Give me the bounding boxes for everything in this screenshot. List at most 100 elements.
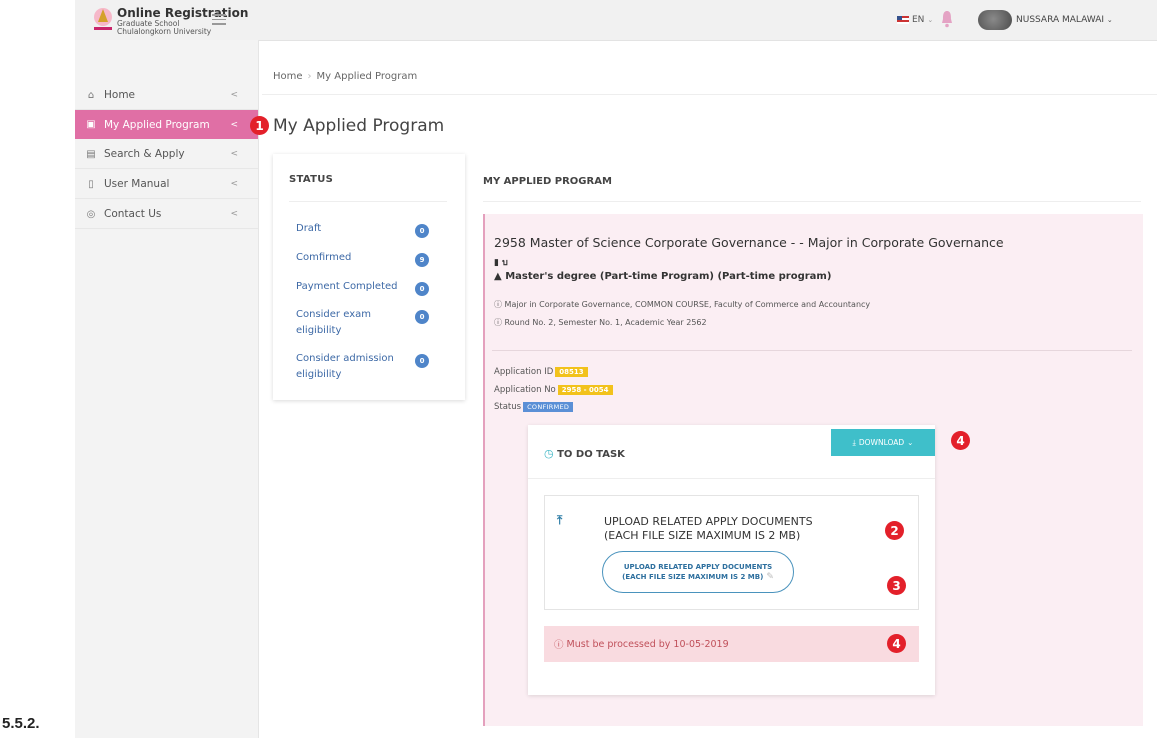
- status-heading: STATUS: [289, 174, 334, 185]
- program-info-major: ⓘ Major in Corporate Governance, COMMON …: [494, 299, 870, 310]
- brand-subtitle-line2: Chulalongkorn University: [117, 27, 212, 36]
- degree-label: ▲ Master's degree (Part-time Program) (P…: [494, 271, 831, 282]
- application-id-row: Application ID 08513: [494, 367, 588, 377]
- sidebar-item-contact-us[interactable]: ◎ Contact Us <: [75, 200, 258, 229]
- sidebar-item-label: User Manual: [104, 178, 170, 190]
- sidebar-item-home[interactable]: ⌂ Home <: [75, 81, 258, 110]
- breadcrumb-current: My Applied Program: [316, 71, 418, 82]
- home-icon: ⌂: [87, 89, 95, 101]
- chevron-left-icon: <: [230, 119, 238, 130]
- section-heading: MY APPLIED PROGRAM: [483, 176, 612, 187]
- menu-toggle-icon[interactable]: [212, 14, 226, 26]
- application-no-row: Application No 2958 - 0054: [494, 385, 613, 395]
- program-info-round-text: Round No. 2, Semester No. 1, Academic Ye…: [504, 318, 707, 327]
- university-logo: [94, 8, 112, 30]
- sidebar-item-search-apply[interactable]: ▤ Search & Apply <: [75, 140, 258, 169]
- info-icon: ⓘ: [494, 318, 502, 327]
- status-item-payment-completed[interactable]: Payment Completed: [296, 279, 406, 295]
- deadline-alert: ⓘ Must be processed by 10-05-2019: [544, 626, 919, 662]
- application-no-label: Application No: [494, 385, 556, 395]
- program-info-round: ⓘ Round No. 2, Semester No. 1, Academic …: [494, 317, 707, 328]
- sidebar-item-my-applied-program[interactable]: ▣ My Applied Program <: [75, 110, 258, 139]
- todo-heading: ◷ TO DO TASK: [544, 447, 625, 460]
- download-icon: ⤓: [852, 437, 856, 447]
- status-count-badge: 9: [415, 253, 429, 267]
- divider: [289, 201, 447, 202]
- user-menu[interactable]: NUSSARA MALAWAI ⌄: [1016, 15, 1113, 25]
- notification-bell-icon[interactable]: [941, 10, 953, 28]
- upload-documents-button[interactable]: UPLOAD RELATED APPLY DOCUMENTS (EACH FIL…: [602, 551, 794, 593]
- chevron-down-icon: ⌄: [1106, 16, 1113, 24]
- sidebar-item-user-manual[interactable]: ▯ User Manual <: [75, 170, 258, 199]
- catalog-icon: ▤: [86, 148, 96, 160]
- status-count-badge: 0: [415, 224, 429, 238]
- book-icon: ▮: [494, 258, 499, 268]
- user-avatar[interactable]: [978, 10, 1012, 30]
- location-pin-icon: ◎: [86, 208, 96, 220]
- sidebar-item-label: My Applied Program: [104, 118, 210, 131]
- chevron-down-icon: ⌄: [907, 438, 914, 447]
- language-label: EN: [912, 15, 925, 25]
- divider: [483, 201, 1141, 202]
- upload-task-title-line1: UPLOAD RELATED APPLY DOCUMENTS: [604, 515, 813, 528]
- info-icon: ⓘ: [494, 300, 502, 309]
- download-label: DOWNLOAD: [858, 438, 905, 447]
- chevron-down-icon: ⌄: [927, 16, 934, 24]
- program-book-text: บ: [502, 258, 508, 268]
- application-id-label: Application ID: [494, 367, 554, 377]
- clock-icon: ◷: [544, 447, 554, 460]
- page-title: My Applied Program: [273, 116, 445, 136]
- upload-task-title: UPLOAD RELATED APPLY DOCUMENTS (EACH FIL…: [604, 515, 813, 543]
- degree-text: Master's degree (Part-time Program) (Par…: [505, 271, 832, 282]
- application-id-badge: 08513: [555, 367, 588, 377]
- figure-caption: 5.5.2.: [2, 715, 40, 732]
- upload-task-title-line2: (EACH FILE SIZE MAXIMUM IS 2 MB): [604, 529, 801, 542]
- divider: [492, 350, 1132, 351]
- language-selector[interactable]: EN ⌄: [897, 15, 933, 25]
- graduation-cap-icon: ▲: [494, 271, 502, 282]
- status-item-confirmed[interactable]: Comfirmed: [296, 250, 406, 266]
- download-button[interactable]: ⤓ DOWNLOAD ⌄: [831, 429, 935, 456]
- sidebar-item-label: Search & Apply: [104, 148, 185, 160]
- status-count-badge: 0: [415, 310, 429, 324]
- application-status-label: Status: [494, 402, 522, 412]
- callout-badge-2: 2: [885, 521, 904, 540]
- program-info-major-text: Major in Corporate Governance, COMMON CO…: [504, 300, 871, 309]
- chevron-left-icon: <: [230, 179, 238, 189]
- callout-badge-4: 4: [951, 431, 970, 450]
- todo-heading-text: TO DO TASK: [557, 449, 625, 460]
- callout-badge-4: 4: [887, 634, 906, 653]
- briefcase-icon: ▣: [86, 119, 96, 130]
- upload-button-line1: UPLOAD RELATED APPLY DOCUMENTS: [623, 563, 773, 571]
- program-book-line: ▮ บ: [494, 255, 508, 269]
- status-item-draft[interactable]: Draft: [296, 221, 406, 237]
- upload-icon: ⤒: [557, 513, 563, 527]
- chevron-left-icon: <: [230, 209, 238, 219]
- status-item-consider-exam-eligibility[interactable]: Consider exam eligibility: [296, 307, 396, 339]
- chevron-left-icon: <: [230, 90, 238, 100]
- info-icon: ⓘ: [554, 640, 564, 651]
- divider: [528, 478, 935, 479]
- sidebar-item-label: Home: [104, 89, 136, 101]
- application-status-row: Status CONFIRMED: [494, 402, 574, 412]
- status-count-badge: 0: [415, 354, 429, 368]
- deadline-text: Must be processed by 10-05-2019: [566, 638, 729, 650]
- program-title: 2958 Master of Science Corporate Governa…: [494, 235, 1004, 250]
- application-no-badge: 2958 - 0054: [557, 385, 613, 395]
- us-flag-icon: [897, 16, 909, 24]
- book-icon: ▯: [88, 178, 94, 190]
- breadcrumb-home-link[interactable]: Home: [273, 71, 303, 82]
- edit-icon: ✎: [766, 572, 774, 582]
- callout-badge-3: 3: [887, 576, 906, 595]
- status-item-consider-admission-eligibility[interactable]: Consider admission eligibility: [296, 351, 406, 383]
- status-count-badge: 0: [415, 282, 429, 296]
- chevron-left-icon: <: [230, 149, 238, 159]
- upload-button-line2: (EACH FILE SIZE MAXIMUM IS 2 MB): [622, 573, 764, 581]
- brand-subtitle: Graduate School Chulalongkorn University: [117, 20, 211, 36]
- callout-badge-1: 1: [250, 116, 269, 135]
- divider: [262, 94, 1157, 95]
- sidebar-item-label: Contact Us: [104, 208, 162, 220]
- user-name: NUSSARA MALAWAI: [1016, 15, 1105, 25]
- status-badge: CONFIRMED: [523, 402, 574, 412]
- brand-title: Online Registration: [117, 6, 249, 20]
